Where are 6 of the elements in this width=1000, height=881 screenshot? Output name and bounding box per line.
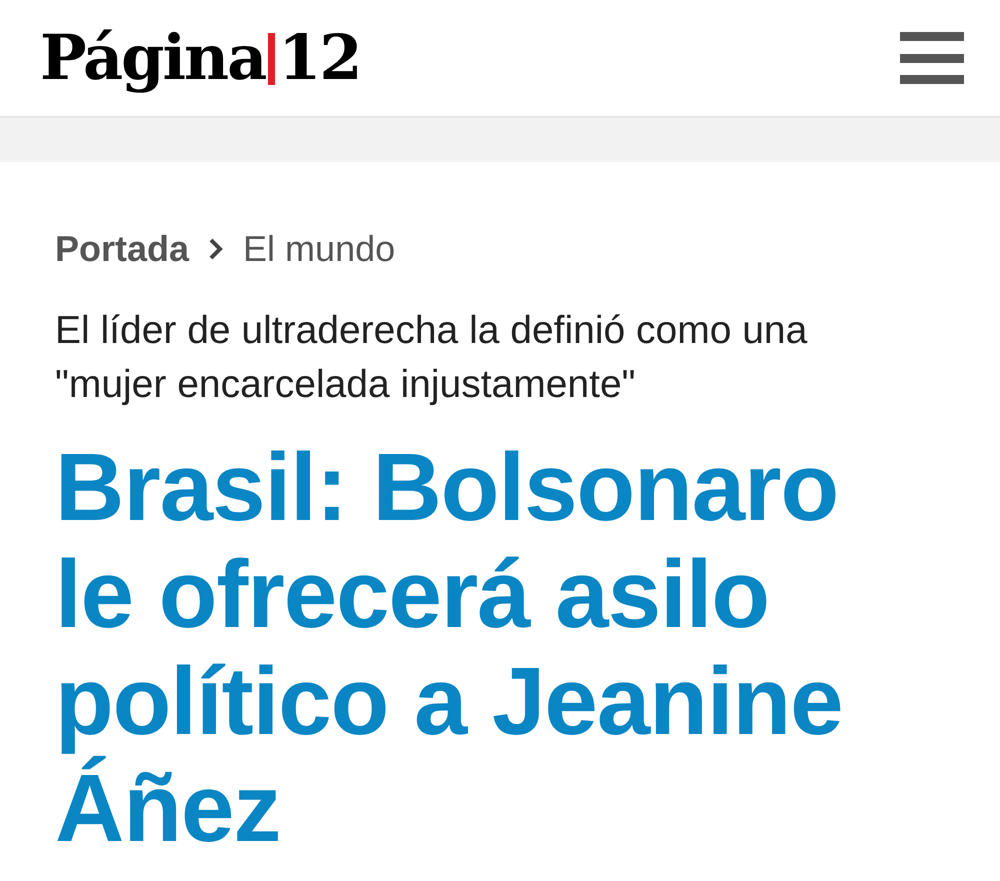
article-kicker: El líder de ultraderecha la definió como una "mujer encarcelada injustamente" — [55, 308, 808, 408]
menu-icon[interactable] — [900, 32, 964, 84]
breadcrumb-link[interactable]: El mundo — [243, 222, 396, 276]
breadcrumb-link[interactable]: Portada — [55, 222, 190, 276]
chevron-right-icon — [207, 237, 226, 261]
article-headline: Brasil: Bolsonaro le ofrecerá asilo político a Jeanine Áñez — [55, 434, 844, 862]
